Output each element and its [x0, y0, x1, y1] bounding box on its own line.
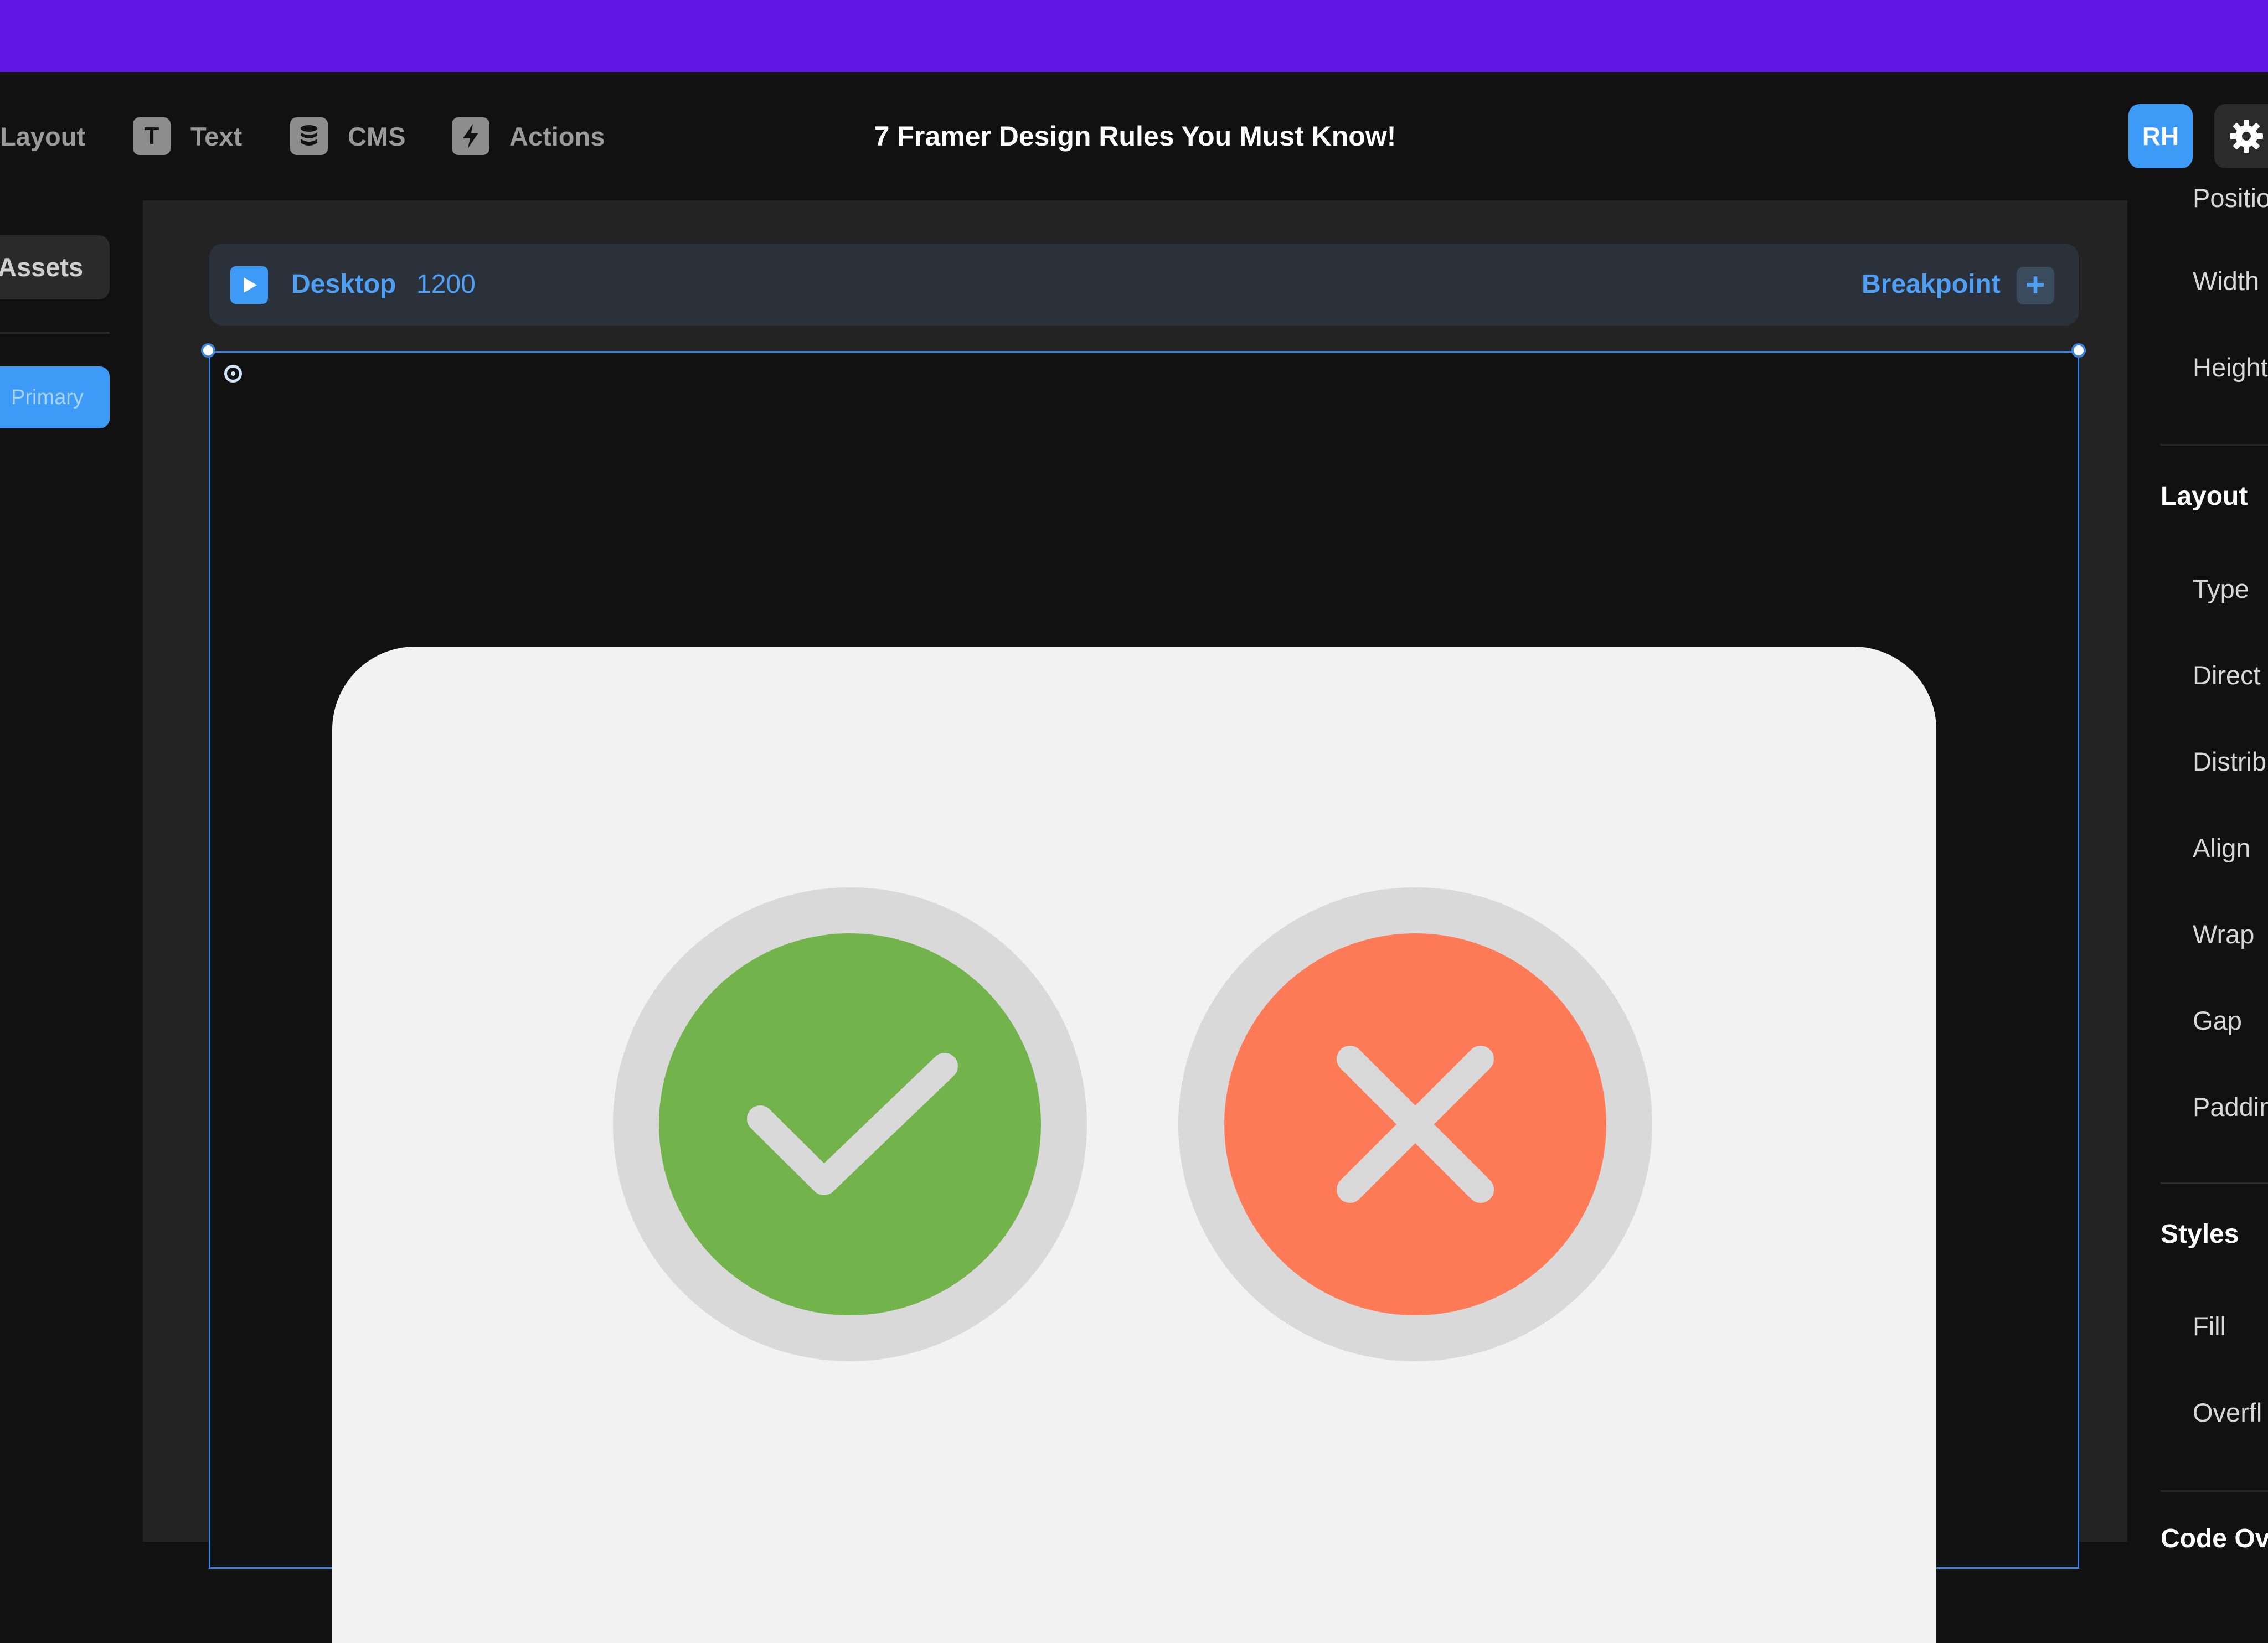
- gap-label: Gap: [2193, 1006, 2242, 1035]
- align-label: Align: [2193, 833, 2251, 862]
- panel-divider: [2161, 1490, 2268, 1492]
- fill-label: Fill: [2193, 1311, 2226, 1341]
- height-label: Height: [2193, 353, 2268, 382]
- direction-label: Direct: [2193, 660, 2261, 690]
- document-title[interactable]: 7 Framer Design Rules You Must Know!: [764, 116, 1506, 156]
- styles-section-heading[interactable]: Styles: [2161, 1218, 2239, 1251]
- content-card[interactable]: [332, 647, 1936, 1643]
- actions-tool-label: Actions: [509, 121, 605, 151]
- text-icon: T: [133, 117, 171, 155]
- distribute-label: Distrib: [2193, 747, 2267, 776]
- position-label: Positio: [2193, 183, 2268, 213]
- layout-tool[interactable]: Layout: [0, 116, 85, 156]
- lightning-icon: [452, 117, 489, 155]
- cms-tool[interactable]: CMS: [290, 116, 405, 156]
- top-accent-bar: [0, 0, 2268, 72]
- user-avatar[interactable]: RH: [2128, 104, 2193, 168]
- panel-divider: [2161, 444, 2268, 446]
- wrap-label: Wrap: [2193, 919, 2255, 949]
- breakpoint-width[interactable]: 1200: [416, 268, 476, 301]
- cms-tool-label: CMS: [348, 121, 406, 151]
- frame-origin-marker[interactable]: [224, 365, 242, 383]
- padding-label: Paddin: [2193, 1092, 2268, 1122]
- layout-tool-label: Layout: [0, 121, 86, 151]
- preview-button[interactable]: [230, 266, 268, 304]
- overflow-label: Overfl: [2193, 1398, 2262, 1427]
- resize-handle-top-right[interactable]: [2071, 343, 2086, 358]
- width-label: Width: [2193, 266, 2260, 296]
- resize-handle-top-left[interactable]: [201, 343, 215, 358]
- database-icon: [290, 117, 328, 155]
- left-panel: Assets Primary: [0, 200, 143, 1542]
- layout-section-heading[interactable]: Layout: [2161, 480, 2248, 513]
- left-panel-divider: [0, 332, 110, 334]
- settings-button[interactable]: [2214, 104, 2268, 168]
- actions-tool[interactable]: Actions: [452, 116, 605, 156]
- type-label: Type: [2193, 574, 2249, 603]
- text-tool-label: Text: [190, 121, 243, 151]
- close-icon[interactable]: [1178, 887, 1652, 1361]
- breakpoint-label[interactable]: Breakpoint: [1862, 268, 2001, 301]
- design-canvas: Desktop 1200 Breakpoint +: [143, 200, 2127, 1643]
- breakpoint-bar: Desktop 1200 Breakpoint +: [209, 244, 2079, 326]
- assets-tab[interactable]: Assets: [0, 235, 110, 299]
- properties-panel: Positio Width Height Layout Type Direct …: [2127, 183, 2268, 1553]
- primary-style-item[interactable]: Primary: [0, 366, 110, 428]
- code-overrides-heading[interactable]: Code Ov: [2161, 1522, 2268, 1556]
- add-breakpoint-button[interactable]: +: [2017, 267, 2054, 304]
- desktop-frame[interactable]: [209, 351, 2079, 1643]
- panel-divider: [2161, 1182, 2268, 1184]
- text-tool[interactable]: T Text: [133, 116, 242, 156]
- check-icon[interactable]: [613, 887, 1087, 1361]
- breakpoint-device-label[interactable]: Desktop: [291, 268, 396, 301]
- gear-icon: [2229, 118, 2264, 157]
- main-toolbar: Layout T Text CMS Actions 7 Framer Desig…: [0, 72, 2268, 200]
